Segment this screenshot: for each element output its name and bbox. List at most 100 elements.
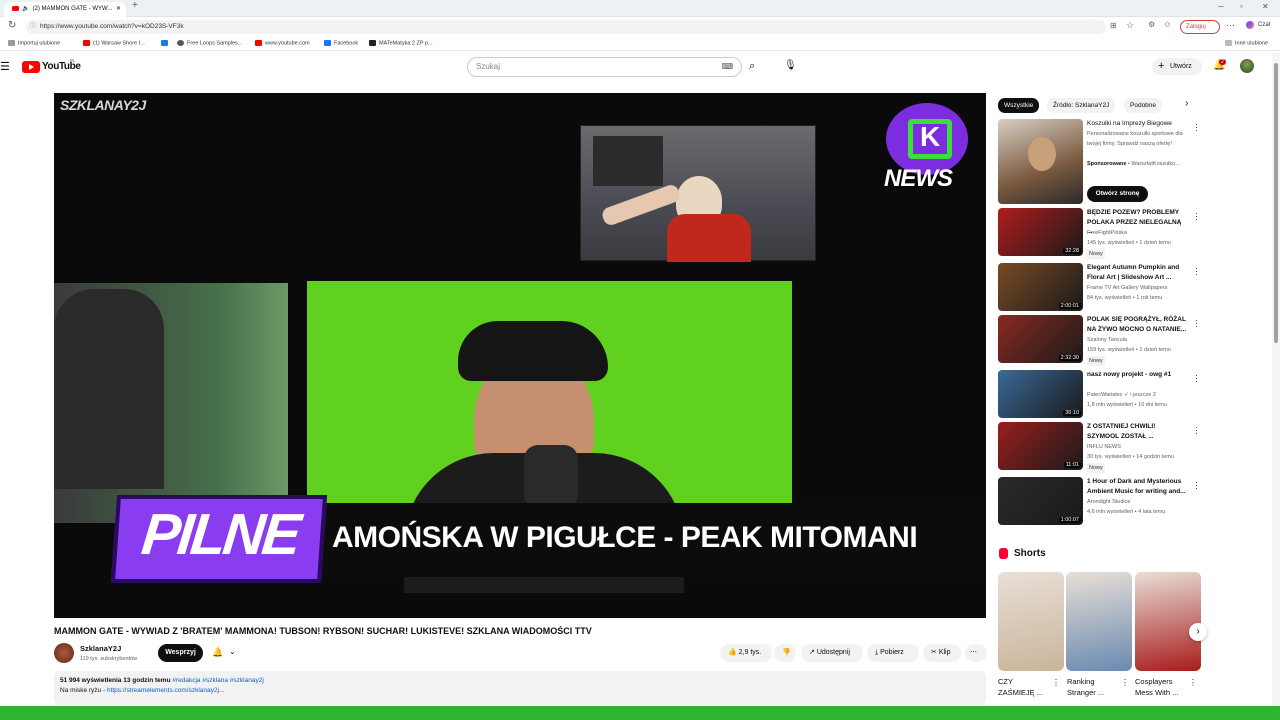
bookmark-free-loops[interactable]: Free Loops Samples...: [177, 40, 242, 46]
restore-icon[interactable]: ▫: [1240, 2, 1243, 11]
notification-bell-icon[interactable]: 🔔: [212, 647, 223, 658]
hamburger-menu-icon[interactable]: ☰: [0, 60, 10, 73]
related-menu-icon[interactable]: · · ·: [1195, 371, 1199, 386]
short-menu-icon-1[interactable]: ⋮: [1052, 678, 1060, 687]
related-menu-icon[interactable]: · · ·: [1195, 423, 1199, 438]
shelf-background: [593, 136, 663, 186]
scrollbar-thumb[interactable]: [1274, 63, 1278, 343]
bookmark-import[interactable]: Importuj ulubione: [8, 40, 60, 46]
video-player[interactable]: SZKLANAY2J K NEWS PILNE AMOŃSKA W PIGUŁC…: [54, 93, 986, 618]
copilot-icon[interactable]: [1246, 21, 1254, 29]
microphone-icon[interactable]: 🎙: [784, 60, 797, 71]
tab-close-icon[interactable]: ✕: [116, 2, 121, 17]
favorites-icon[interactable]: ✩: [1164, 20, 1171, 29]
like-button[interactable]: 👍 2,9 tys.: [720, 644, 772, 662]
search-input[interactable]: Szukaj ⌨: [467, 57, 742, 77]
bookmark-matematyka[interactable]: MATeMatyka 2 ZP p...: [369, 40, 433, 46]
related-title[interactable]: 1 Hour of Dark and Mysterious Ambient Mu…: [1087, 477, 1187, 496]
filter-chip-all[interactable]: Wszystkie: [998, 98, 1040, 113]
hashtags[interactable]: #redakcja #szklana #szklanay2j: [172, 677, 263, 684]
support-label: Wesprzyj: [165, 649, 196, 656]
avatar[interactable]: [1240, 59, 1254, 73]
chevron-down-icon[interactable]: ⌄: [229, 647, 236, 656]
related-thumbnail[interactable]: 1:00:07: [998, 477, 1083, 525]
support-button[interactable]: Wesprzyj: [158, 644, 203, 662]
related-menu-icon[interactable]: · · ·: [1195, 209, 1199, 224]
description-box[interactable]: 51 994 wyświetlenia 13 godzin temu #reda…: [54, 671, 986, 705]
bookmark-facebook-1[interactable]: [161, 40, 171, 46]
other-favorites[interactable]: Inne ulubione: [1225, 40, 1268, 46]
channel-name[interactable]: SzklanaY2J: [80, 644, 121, 653]
related-menu-icon[interactable]: · · ·: [1195, 478, 1199, 493]
clip-button[interactable]: ✂ Klip: [923, 644, 961, 662]
favorite-star-icon[interactable]: ☆: [1126, 20, 1134, 31]
short-thumbnail-3[interactable]: [1135, 572, 1201, 671]
description-link[interactable]: https://streamelements.com/szklanay2j...: [107, 687, 224, 694]
related-channel[interactable]: PatecWariatec ✓ i jeszcze 2: [1087, 390, 1197, 400]
ad-title[interactable]: Koszulki na Imprezy Biegowe: [1087, 119, 1187, 129]
related-title[interactable]: nasz nowy projekt - owg #1: [1087, 370, 1187, 380]
chat-label[interactable]: Czat: [1258, 22, 1270, 28]
youtube-logo-icon[interactable]: [22, 61, 40, 73]
address-bar[interactable]: ⓘ https://www.youtube.com/watch?v=kOD23S…: [26, 20, 1106, 34]
short-title-3[interactable]: Cosplayers Mess With ...: [1135, 676, 1185, 698]
channel-avatar[interactable]: [54, 643, 74, 663]
ticker-text: AMOŃSKA W PIGUŁCE - PEAK MITOMANI: [332, 521, 918, 554]
site-info-icon[interactable]: ⓘ: [30, 20, 36, 34]
close-window-icon[interactable]: ✕: [1262, 2, 1269, 11]
related-channel[interactable]: INFLU NEWS: [1087, 442, 1197, 452]
short-title-2[interactable]: Ranking Stranger ...: [1067, 676, 1117, 698]
minimize-icon[interactable]: ─: [1218, 2, 1224, 11]
related-channel[interactable]: Szalony Tancula: [1087, 335, 1197, 345]
scrollbar-track[interactable]: [1272, 53, 1280, 706]
subscriber-count: 119 tys. subskrybentów: [80, 656, 138, 662]
short-thumbnail-1[interactable]: [998, 572, 1064, 671]
keyboard-icon[interactable]: ⌨: [721, 58, 733, 76]
related-thumbnail[interactable]: 2:00:01: [998, 263, 1083, 311]
filter-chip-source[interactable]: Źródło: SzklanaY2J: [1047, 98, 1116, 113]
short-title-1[interactable]: CZY ZAŚMIEJĘ ...: [998, 676, 1048, 698]
related-channel[interactable]: FreeFightPolska: [1087, 228, 1197, 238]
share-button[interactable]: ↗ Udostępnij: [801, 644, 863, 662]
chevron-right-icon[interactable]: ›: [1185, 98, 1188, 109]
browser-tab[interactable]: 🔈 (2) MAMMON GATE - WYW... ✕: [4, 2, 126, 17]
related-title[interactable]: Z OSTATNIEJ CHWILI! SZYMOOL ZOSTAŁ ...: [1087, 422, 1187, 441]
related-thumbnail[interactable]: 32:28: [998, 208, 1083, 256]
bookmark-facebook[interactable]: Facebook: [324, 40, 358, 46]
open-site-button[interactable]: Otwórz stronę: [1087, 186, 1148, 202]
download-label: Pobierz: [880, 649, 904, 656]
search-icon[interactable]: ⌕: [749, 60, 755, 73]
login-button[interactable]: Zaloguj: [1180, 20, 1220, 34]
related-menu-icon[interactable]: · · ·: [1195, 264, 1199, 279]
more-menu-icon[interactable]: ⋯: [1226, 20, 1235, 31]
pilne-label: PILNE: [138, 502, 302, 567]
related-channel[interactable]: Frame TV Art Gallery Wallpapers: [1087, 283, 1197, 293]
related-menu-icon[interactable]: · · ·: [1195, 316, 1199, 331]
related-thumbnail[interactable]: 36:10: [998, 370, 1083, 418]
bookmark-warsaw-shore[interactable]: (1) Warsaw Shore I...: [83, 40, 145, 46]
ad-menu-icon[interactable]: · · ·: [1195, 120, 1199, 135]
related-channel[interactable]: Arondight Studios: [1087, 497, 1197, 507]
short-thumbnail-2[interactable]: [1066, 572, 1132, 671]
short-menu-icon-2[interactable]: ⋮: [1121, 678, 1129, 687]
new-tab-icon[interactable]: +: [132, 0, 138, 11]
create-button[interactable]: + Utwórz: [1152, 58, 1202, 75]
short-menu-icon-3[interactable]: ⋮: [1189, 678, 1197, 687]
related-title[interactable]: POLAK SIĘ POGRĄŻYŁ, RÓŻAL NA ŻYWO MOCNO …: [1087, 315, 1187, 334]
advertiser-name[interactable]: WarsztatKoszulko...: [1131, 161, 1179, 167]
download-button[interactable]: ⤓ Pobierz: [867, 644, 919, 662]
reload-icon[interactable]: ↻: [8, 20, 16, 31]
plus-icon: +: [1158, 60, 1165, 72]
dislike-button[interactable]: 👎: [774, 644, 796, 662]
mute-icon[interactable]: 🔈: [22, 6, 29, 12]
extensions-icon[interactable]: ⚙: [1148, 20, 1155, 29]
related-thumbnail[interactable]: 11:01: [998, 422, 1083, 470]
related-thumbnail[interactable]: 2:32:30: [998, 315, 1083, 363]
apps-icon[interactable]: ⊞: [1110, 21, 1117, 30]
more-actions-button[interactable]: ⋯: [965, 644, 987, 662]
filter-chip-similar[interactable]: Podobne: [1124, 98, 1163, 113]
ad-thumbnail[interactable]: [998, 119, 1083, 204]
related-title[interactable]: Elegant Autumn Pumpkin and Floral Art | …: [1087, 263, 1187, 282]
shorts-next-button[interactable]: ›: [1189, 623, 1207, 641]
bookmark-youtube[interactable]: www.youtube.com: [255, 40, 310, 46]
